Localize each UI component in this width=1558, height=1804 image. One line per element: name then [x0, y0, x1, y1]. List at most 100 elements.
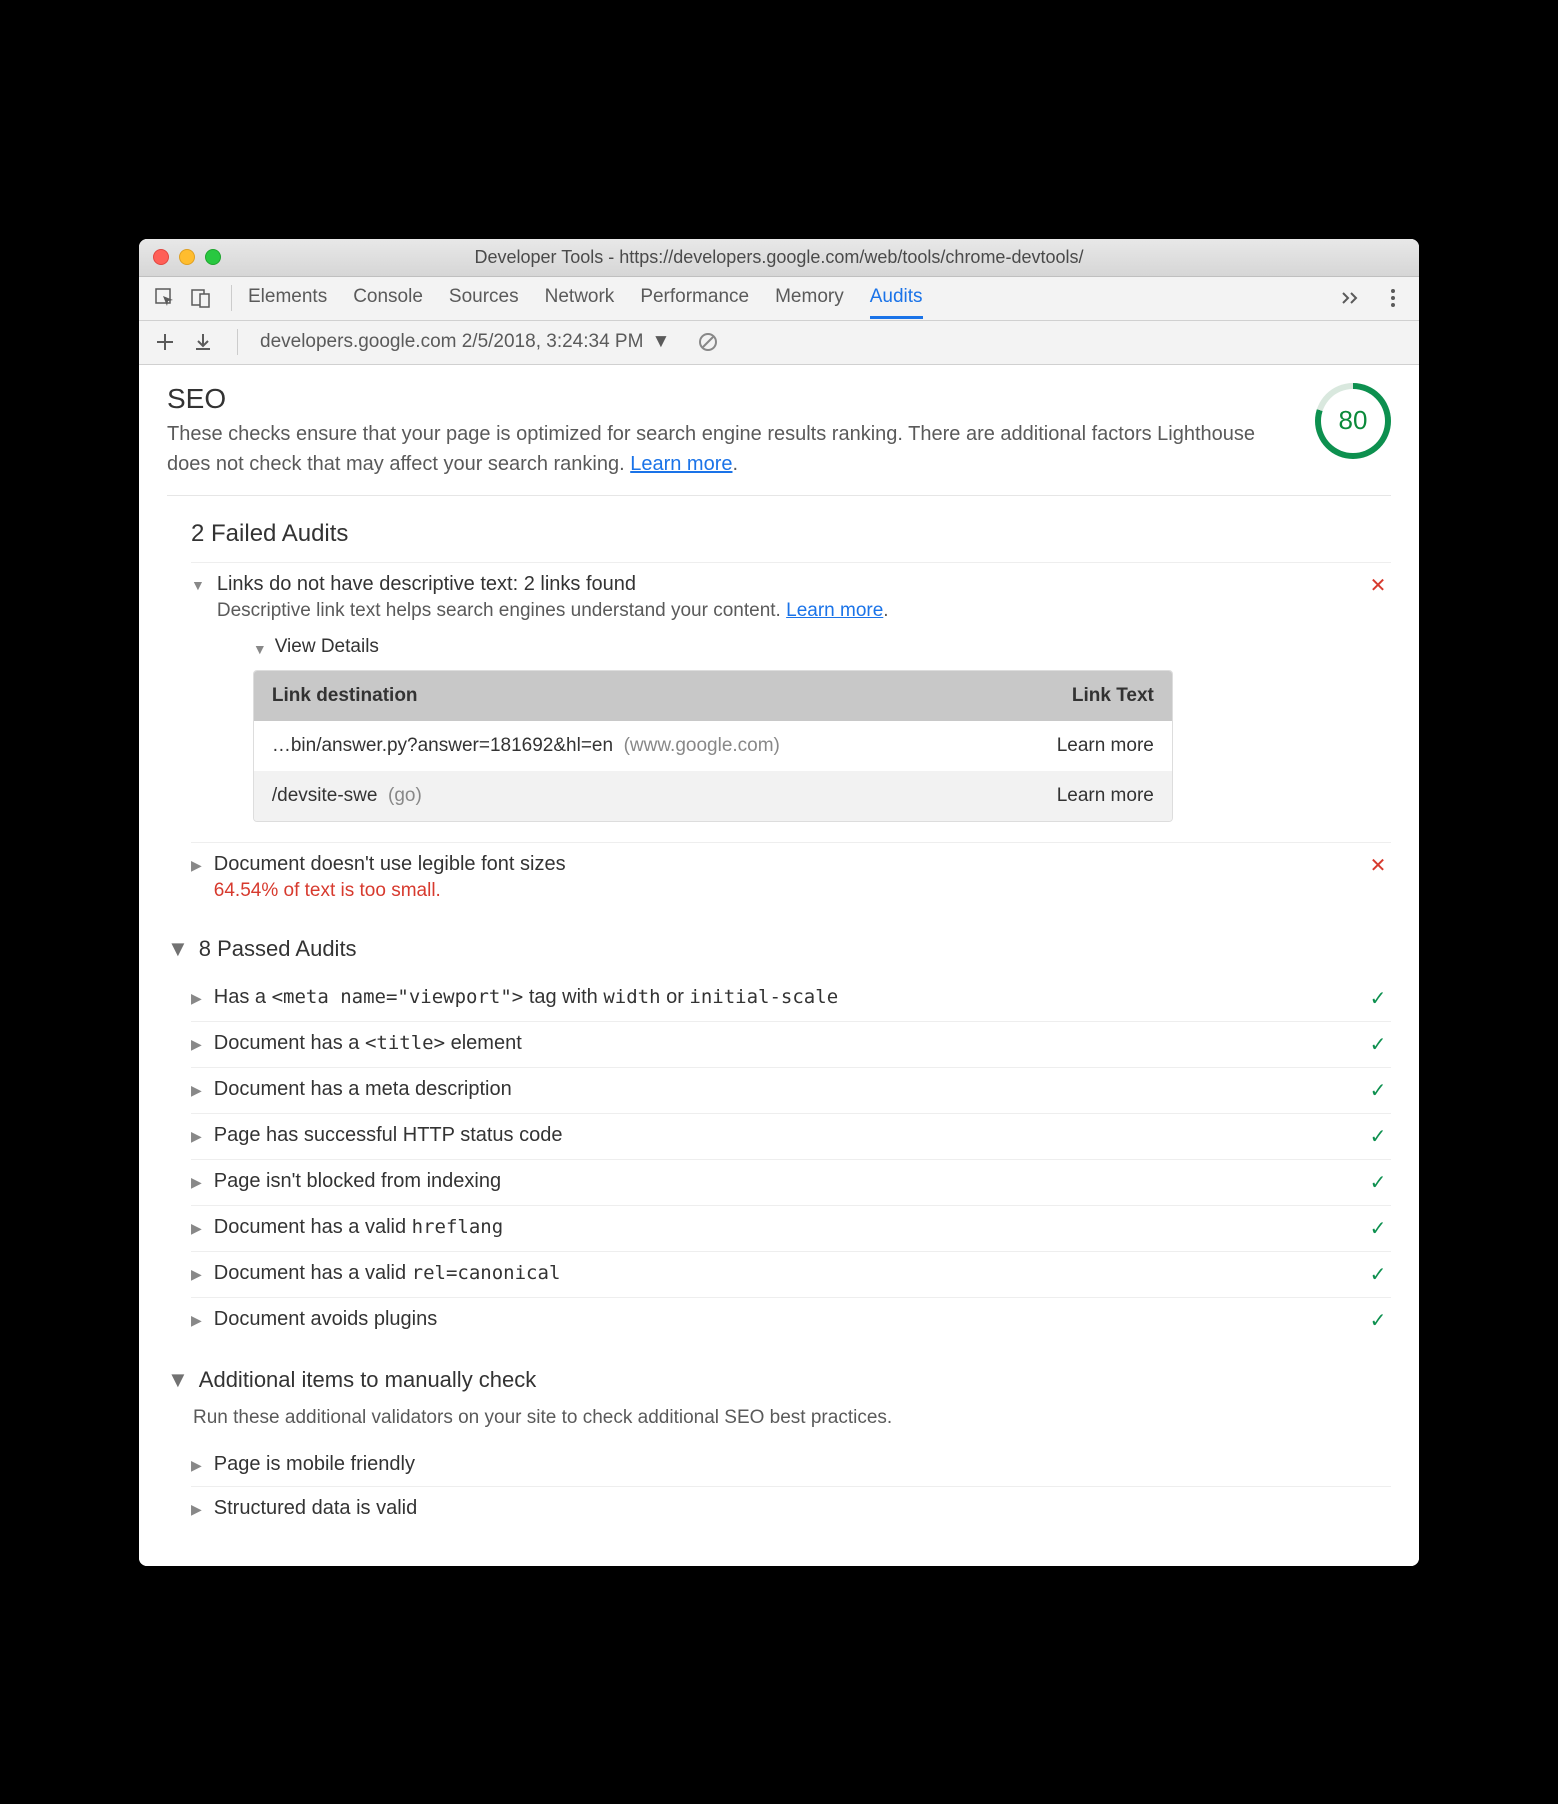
score-value: 80 — [1339, 405, 1368, 436]
audit-passed: ▶ Document avoids plugins ✓ — [191, 1297, 1391, 1343]
chevron-down-icon: ▼ — [167, 1367, 189, 1393]
new-audit-icon[interactable] — [153, 330, 177, 354]
audit-title: Has a <meta name="viewport"> tag with wi… — [214, 986, 1353, 1009]
window-title: Developer Tools - https://developers.goo… — [139, 247, 1419, 268]
chevron-down-icon[interactable]: ▼ — [191, 577, 205, 593]
audit-title: Page has successful HTTP status code — [214, 1124, 1353, 1147]
cell-linktext: Learn more — [982, 771, 1172, 821]
seo-header: SEO These checks ensure that your page i… — [167, 383, 1391, 496]
pass-icon: ✓ — [1365, 1216, 1391, 1241]
cell-linktext: Learn more — [982, 721, 1172, 771]
titlebar: Developer Tools - https://developers.goo… — [139, 239, 1419, 277]
chevron-down-icon: ▼ — [167, 936, 189, 962]
audit-title: Document has a meta description — [214, 1078, 1353, 1101]
fail-icon: ✕ — [1365, 573, 1391, 598]
tab-audits[interactable]: Audits — [870, 278, 923, 319]
learn-more-link[interactable]: Learn more — [630, 453, 732, 475]
devtools-window: Developer Tools - https://developers.goo… — [139, 239, 1419, 1566]
view-details-toggle[interactable]: ▼ View Details — [253, 636, 1353, 658]
cell-destination: …bin/answer.py?answer=181692&hl=en (www.… — [254, 721, 982, 771]
tab-sources[interactable]: Sources — [449, 278, 519, 318]
audit-passed: ▶ Document has a valid hreflang ✓ — [191, 1205, 1391, 1251]
audit-details: ▼ View Details Link destination Link Tex… — [253, 636, 1353, 822]
audit-passed: ▶ Page has successful HTTP status code ✓ — [191, 1113, 1391, 1159]
pass-icon: ✓ — [1365, 1078, 1391, 1103]
audit-passed: ▶ Document has a <title> element ✓ — [191, 1021, 1391, 1067]
audit-passed: ▶ Document has a valid rel=canonical ✓ — [191, 1251, 1391, 1297]
separator — [237, 329, 238, 355]
audit-passed: ▶Page isn't blocked from indexing✓ — [191, 1159, 1391, 1205]
audit-manual: ▶ Structured data is valid — [191, 1486, 1391, 1530]
download-icon[interactable] — [191, 330, 215, 354]
panel-tabs: Elements Console Sources Network Performance… — [248, 278, 923, 318]
fail-icon: ✕ — [1365, 853, 1391, 878]
audit-passed: ▶ Has a <meta name="viewport"> tag with w… — [191, 976, 1391, 1021]
category-title: SEO — [167, 383, 1295, 415]
separator — [231, 285, 232, 311]
chevron-right-icon[interactable]: ▶ — [191, 857, 202, 874]
chevron-right-icon[interactable]: ▶ — [191, 1174, 202, 1191]
pass-icon: ✓ — [1365, 1124, 1391, 1149]
pass-icon: ✓ — [1365, 1032, 1391, 1057]
audit-title: Page is mobile friendly — [214, 1453, 1391, 1476]
device-toggle-icon[interactable] — [187, 284, 215, 312]
inspect-icon[interactable] — [151, 284, 179, 312]
pass-icon: ✓ — [1365, 1308, 1391, 1333]
chevron-right-icon[interactable]: ▶ — [191, 1036, 202, 1053]
manual-audits-heading[interactable]: ▼ Additional items to manually check — [167, 1367, 1391, 1393]
chevron-right-icon[interactable]: ▶ — [191, 1220, 202, 1237]
more-tabs-icon[interactable] — [1337, 284, 1365, 312]
table-row: …bin/answer.py?answer=181692&hl=en (www.… — [254, 721, 1172, 771]
audit-content: SEO These checks ensure that your page i… — [139, 365, 1419, 1566]
score-gauge: 80 — [1315, 383, 1391, 459]
audits-toolbar: developers.google.com 2/5/2018, 3:24:34 … — [139, 321, 1419, 365]
tab-memory[interactable]: Memory — [775, 278, 844, 318]
clear-icon[interactable] — [696, 330, 720, 354]
chevron-right-icon[interactable]: ▶ — [191, 1501, 202, 1518]
audit-title: Document avoids plugins — [214, 1308, 1353, 1331]
col-header-linktext: Link Text — [982, 671, 1172, 721]
chevron-right-icon[interactable]: ▶ — [191, 1312, 202, 1329]
tab-elements[interactable]: Elements — [248, 278, 327, 318]
audit-title: Document has a valid rel=canonical — [214, 1262, 1353, 1285]
table-row: /devsite-swe (go) Learn more — [254, 771, 1172, 821]
audit-title: Page isn't blocked from indexing — [214, 1170, 1353, 1193]
report-label: developers.google.com 2/5/2018, 3:24:34 … — [260, 331, 643, 353]
audit-description: Descriptive link text helps search engin… — [217, 600, 1353, 622]
audit-manual: ▶ Page is mobile friendly — [191, 1443, 1391, 1486]
tabbar: Elements Console Sources Network Performance… — [139, 277, 1419, 321]
traffic-lights — [153, 249, 221, 265]
audit-passed: ▶ Document has a meta description ✓ — [191, 1067, 1391, 1113]
failed-audits-heading: 2 Failed Audits — [191, 520, 1391, 548]
col-header-destination: Link destination — [254, 671, 982, 721]
audit-title: Structured data is valid — [214, 1497, 1391, 1520]
tab-console[interactable]: Console — [353, 278, 423, 318]
details-table: Link destination Link Text …bin/answer.p… — [253, 670, 1173, 822]
tab-performance[interactable]: Performance — [640, 278, 749, 318]
cell-destination: /devsite-swe (go) — [254, 771, 982, 821]
chevron-right-icon[interactable]: ▶ — [191, 1266, 202, 1283]
chevron-right-icon[interactable]: ▶ — [191, 1457, 202, 1474]
chevron-down-icon: ▼ — [253, 641, 267, 657]
audit-warning: 64.54% of text is too small. — [214, 880, 1353, 902]
chevron-right-icon[interactable]: ▶ — [191, 1082, 202, 1099]
chevron-down-icon: ▼ — [651, 331, 670, 353]
category-description: These checks ensure that your page is op… — [167, 419, 1295, 479]
learn-more-link[interactable]: Learn more — [786, 600, 883, 621]
audit-failed-links: ▼ Links do not have descriptive text: 2 … — [191, 562, 1391, 842]
pass-icon: ✓ — [1365, 1262, 1391, 1287]
close-window-button[interactable] — [153, 249, 169, 265]
passed-audits-heading[interactable]: ▼ 8 Passed Audits — [167, 936, 1391, 962]
audit-title: Links do not have descriptive text: 2 li… — [217, 573, 1353, 596]
chevron-right-icon[interactable]: ▶ — [191, 990, 202, 1007]
audit-title: Document has a <title> element — [214, 1032, 1353, 1055]
zoom-window-button[interactable] — [205, 249, 221, 265]
minimize-window-button[interactable] — [179, 249, 195, 265]
audit-title: Document has a valid hreflang — [214, 1216, 1353, 1239]
kebab-menu-icon[interactable] — [1379, 284, 1407, 312]
pass-icon: ✓ — [1365, 986, 1391, 1011]
chevron-right-icon[interactable]: ▶ — [191, 1128, 202, 1145]
tab-network[interactable]: Network — [545, 278, 615, 318]
audit-failed-fontsizes: ▶ Document doesn't use legible font size… — [191, 842, 1391, 912]
report-selector[interactable]: developers.google.com 2/5/2018, 3:24:34 … — [260, 331, 670, 353]
